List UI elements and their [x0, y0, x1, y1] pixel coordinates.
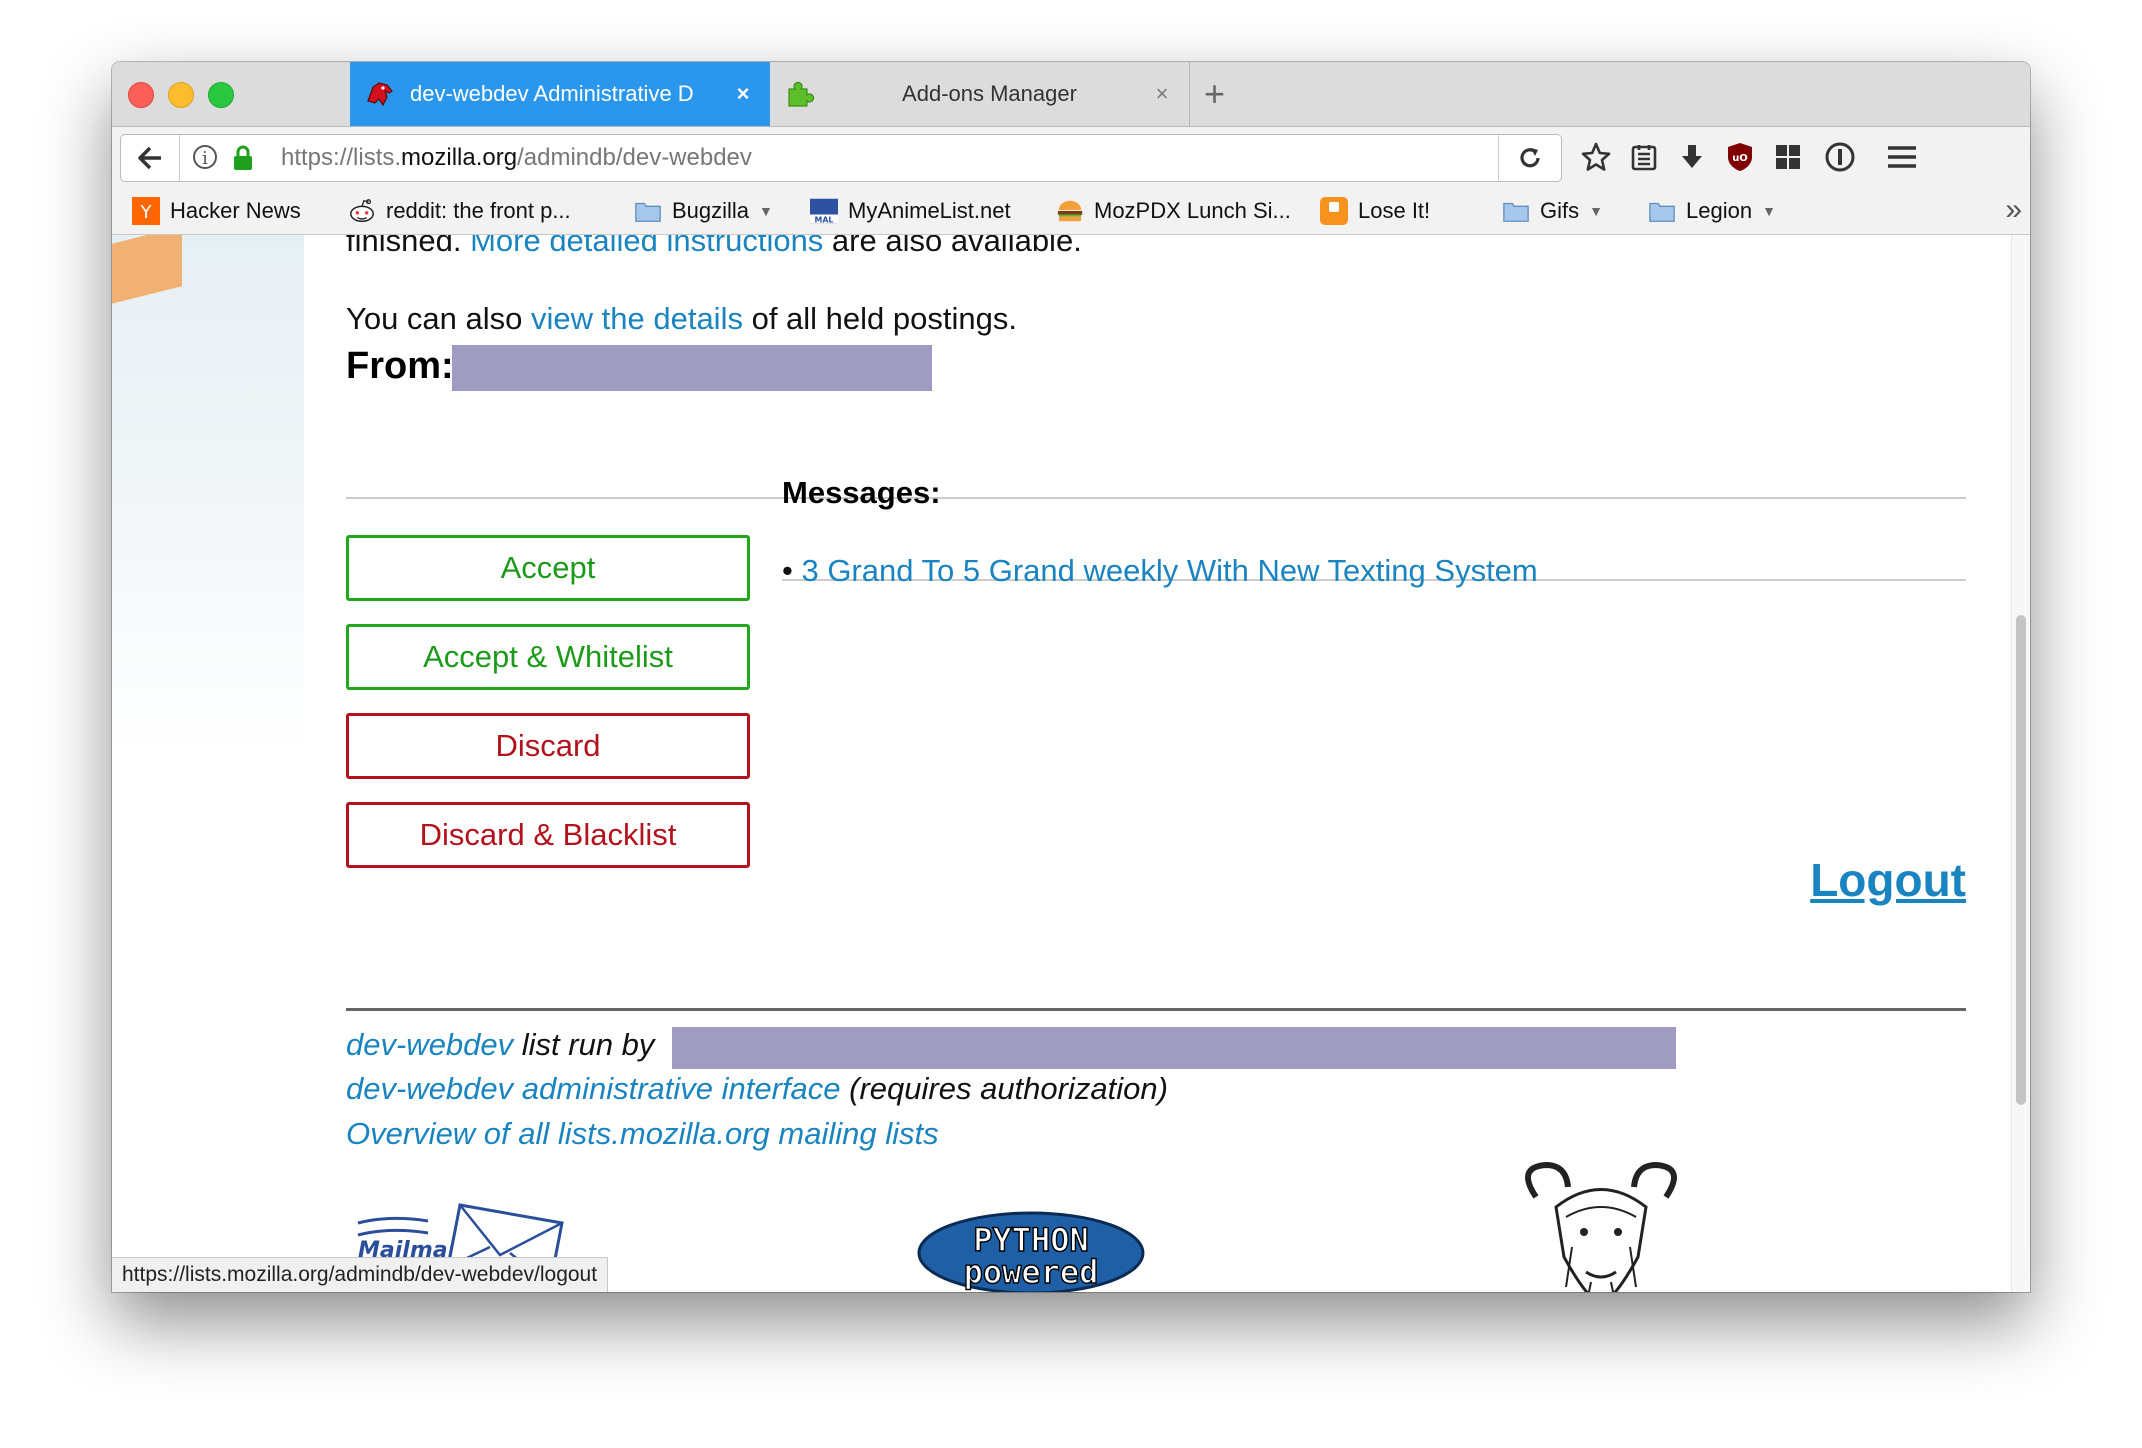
bullet: • — [782, 553, 802, 588]
zoom-window-button[interactable] — [208, 82, 234, 108]
svg-text:Y: Y — [140, 202, 153, 223]
messages-heading: Messages: — [782, 475, 941, 510]
list-item: • 3 Grand To 5 Grand weekly With New Tex… — [782, 553, 1538, 589]
gnu-head-logo[interactable] — [1506, 1157, 1696, 1292]
discard-button[interactable]: Discard — [346, 713, 750, 779]
url-input[interactable]: https://lists.mozilla.org/admindb/dev-we… — [281, 135, 752, 181]
browser-window: dev-webdev Administrative D × Add-ons Ma… — [112, 62, 2030, 1292]
mailman-background-graphic — [112, 235, 304, 755]
bookmark-folder-legion[interactable]: Legion ▼ — [1648, 195, 1776, 227]
svg-text:MAL: MAL — [815, 215, 834, 224]
bookmark-lose-it[interactable]: Lose It! — [1320, 195, 1430, 227]
folder-icon — [1648, 197, 1676, 225]
from-label: From: — [346, 345, 454, 387]
python-powered-logo[interactable]: PYTHON powered — [916, 1211, 1146, 1292]
scrollbar-thumb[interactable] — [2016, 615, 2026, 1105]
lose-it-icon — [1320, 197, 1348, 225]
redacted-owner — [672, 1027, 1676, 1069]
back-arrow-icon — [138, 146, 161, 170]
admin-interface-link[interactable]: dev-webdev administrative interface — [346, 1071, 841, 1106]
minimize-window-button[interactable] — [168, 82, 194, 108]
hacker-news-icon: Y — [132, 197, 160, 225]
divider — [346, 497, 1966, 499]
lock-icon[interactable] — [231, 145, 255, 171]
instructions-text: finished. More detailed instructions are… — [346, 235, 1082, 259]
held-postings-text: You can also view the details of all hel… — [346, 301, 1017, 336]
url-bar-group: i https://lists.mozilla.org/admindb/dev-… — [120, 134, 1562, 182]
bookmark-folder-bugzilla[interactable]: Bugzilla ▼ — [634, 195, 773, 227]
divider — [346, 1008, 1966, 1011]
downloads-icon[interactable] — [1674, 139, 1710, 175]
overview-line: Overview of all lists.mozilla.org mailin… — [346, 1116, 939, 1152]
bookmark-label: Hacker News — [170, 198, 301, 223]
close-window-button[interactable] — [128, 82, 154, 108]
burger-icon — [1056, 197, 1084, 225]
extension-grid-icon[interactable] — [1770, 139, 1806, 175]
url-path: /admindb/dev-webdev — [517, 144, 752, 171]
page-content: finished. More detailed instructions are… — [112, 235, 2012, 1292]
reload-icon — [1520, 148, 1540, 168]
reading-list-icon[interactable] — [1626, 139, 1662, 175]
view-details-link[interactable]: view the details — [531, 301, 743, 336]
tab-bar: dev-webdev Administrative D × Add-ons Ma… — [112, 62, 2030, 127]
logout-link[interactable]: Logout — [1810, 853, 1966, 907]
tab-title: Add-ons Manager — [902, 81, 1077, 106]
new-tab-button[interactable]: + — [1204, 74, 1225, 114]
bookmark-label: reddit: the front p... — [386, 198, 571, 223]
folder-icon — [634, 197, 662, 225]
site-info-icon[interactable]: i — [193, 145, 217, 169]
folder-icon — [1502, 197, 1530, 225]
accept-button[interactable]: Accept — [346, 535, 750, 601]
bookmark-label: Gifs — [1540, 198, 1580, 223]
status-bar-link-preview: https://lists.mozilla.org/admindb/dev-we… — [112, 1257, 609, 1292]
svg-text:uO: uO — [1732, 153, 1748, 164]
chevron-down-icon: ▼ — [759, 203, 773, 219]
mozilla-dino-icon — [364, 78, 396, 110]
url-scheme: https://lists. — [281, 144, 402, 171]
bookmarks-overflow-icon[interactable]: » — [2005, 193, 2022, 227]
bookmark-label: Lose It! — [1358, 198, 1431, 223]
chevron-down-icon: ▼ — [1762, 203, 1776, 219]
bookmark-label: MozPDX Lunch Si... — [1094, 198, 1291, 223]
accept-whitelist-button[interactable]: Accept & Whitelist — [346, 624, 750, 690]
bookmark-label: Legion — [1686, 198, 1753, 223]
close-tab-icon[interactable]: × — [1149, 81, 1175, 107]
bookmark-folder-gifs[interactable]: Gifs ▼ — [1502, 195, 1603, 227]
overview-link[interactable]: Overview of all lists.mozilla.org mailin… — [346, 1116, 939, 1151]
tab-addons-manager[interactable]: Add-ons Manager × — [770, 62, 1190, 126]
bookmark-myanimelist[interactable]: MAL MyAnimeList.net — [810, 195, 1011, 227]
tab-title: dev-webdev Administrative D — [410, 81, 694, 106]
list-owner-line: dev-webdev list run by — [346, 1027, 655, 1062]
back-button[interactable] — [121, 135, 180, 181]
decorative-shape — [112, 235, 182, 304]
bookmark-label: Bugzilla — [672, 198, 750, 223]
detailed-instructions-link[interactable]: More detailed instructions — [470, 235, 823, 258]
reload-button[interactable] — [1498, 135, 1561, 181]
powered-logo-text: powered — [964, 1253, 1099, 1291]
admin-interface-line: dev-webdev administrative interface (req… — [346, 1071, 1168, 1106]
hamburger-menu-icon[interactable] — [1884, 139, 1920, 175]
reddit-icon — [348, 197, 376, 225]
discard-blacklist-button[interactable]: Discard & Blacklist — [346, 802, 750, 868]
vertical-scrollbar[interactable] — [2011, 235, 2030, 1292]
tab-dev-webdev[interactable]: dev-webdev Administrative D × — [350, 62, 770, 126]
bookmark-label: MyAnimeList.net — [848, 198, 1011, 223]
url-host: mozilla.org — [401, 144, 518, 171]
chevron-down-icon: ▼ — [1589, 203, 1603, 219]
bookmark-hacker-news[interactable]: Y Hacker News — [132, 195, 301, 227]
bookmark-star-icon[interactable] — [1578, 139, 1614, 175]
myanimelist-icon: MAL — [810, 197, 838, 225]
bookmarks-toolbar: Y Hacker News reddit: the front p... Bug… — [112, 189, 2030, 235]
bookmark-mozpdx-lunch[interactable]: MozPDX Lunch Si... — [1056, 195, 1291, 227]
list-link[interactable]: dev-webdev — [346, 1027, 513, 1062]
puzzle-piece-icon — [784, 78, 816, 110]
navigation-bar: i https://lists.mozilla.org/admindb/dev-… — [112, 127, 2030, 189]
close-tab-icon[interactable]: × — [730, 81, 756, 107]
ublock-origin-icon[interactable]: uO — [1722, 139, 1758, 175]
password-manager-icon[interactable] — [1822, 139, 1858, 175]
message-link[interactable]: 3 Grand To 5 Grand weekly With New Texti… — [801, 553, 1537, 588]
bookmark-reddit[interactable]: reddit: the front p... — [348, 195, 571, 227]
redacted-sender — [452, 345, 932, 391]
